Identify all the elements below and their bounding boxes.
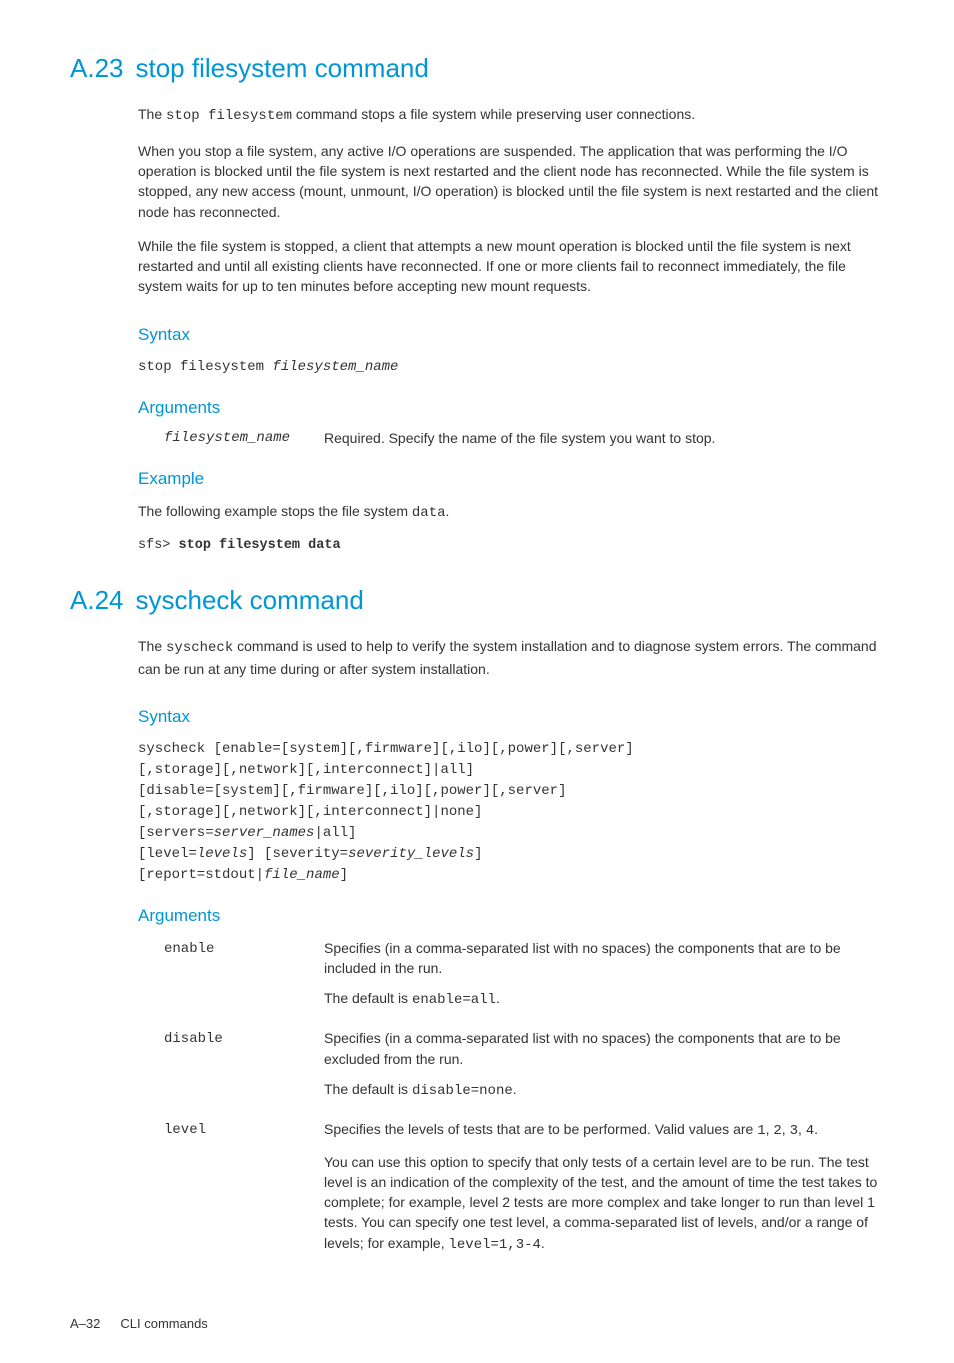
argument-name: level <box>164 1119 324 1265</box>
syntax-line: [,storage][,network][,interconnect]|none… <box>138 802 894 823</box>
section-number: A.24 <box>70 582 124 618</box>
syntax-line: syscheck [enable=[system][,firmware][,il… <box>138 739 894 760</box>
example-bold: stop filesystem data <box>179 538 341 553</box>
argument-name: filesystem_name <box>164 429 324 449</box>
syntax-block: syscheck [enable=[system][,firmware][,il… <box>138 739 894 886</box>
section-title: syscheck command <box>136 582 364 618</box>
section-a24-body: The syscheck command is used to help to … <box>138 636 894 679</box>
paragraph: The following example stops the file sys… <box>138 501 894 523</box>
argument-desc: Specifies (in a comma-separated list wit… <box>324 1028 894 1111</box>
section-heading-a23: A.23 stop filesystem command <box>70 50 894 86</box>
paragraph: The stop filesystem command stops a file… <box>138 104 894 126</box>
inline-code: stop filesystem <box>166 108 292 124</box>
subheading-example: Example <box>138 467 894 491</box>
argument-desc: Required. Specify the name of the file s… <box>324 429 894 449</box>
subheading-arguments: Arguments <box>138 904 894 928</box>
subheading-syntax: Syntax <box>138 323 894 347</box>
argument-row: disable Specifies (in a comma-separated … <box>164 1028 894 1111</box>
argument-name: enable <box>164 938 324 1021</box>
argument-desc: Specifies (in a comma-separated list wit… <box>324 938 894 1021</box>
syntax-line: [servers=server_names|all] <box>138 823 894 844</box>
inline-code: data <box>412 505 446 521</box>
section-heading-a24: A.24 syscheck command <box>70 582 894 618</box>
argument-row: enable Specifies (in a comma-separated l… <box>164 938 894 1021</box>
argument-row: level Specifies the levels of tests that… <box>164 1119 894 1265</box>
syntax-line: [report=stdout|file_name] <box>138 865 894 886</box>
paragraph: The syscheck command is used to help to … <box>138 636 894 679</box>
syntax-line: [disable=[system][,firmware][,ilo][,powe… <box>138 781 894 802</box>
syntax-block: stop filesystem filesystem_name <box>138 357 894 378</box>
page-footer: A–32 CLI commands <box>70 1315 894 1333</box>
syntax-line: [,storage][,network][,interconnect]|all] <box>138 760 894 781</box>
example-intro: The following example stops the file sys… <box>138 501 894 523</box>
section-number: A.23 <box>70 50 124 86</box>
syntax-line: [level=levels] [severity=severity_levels… <box>138 844 894 865</box>
example-command: sfs> stop filesystem data <box>138 537 894 556</box>
subheading-syntax: Syntax <box>138 705 894 729</box>
page-number: A–32 <box>70 1315 100 1333</box>
subheading-arguments: Arguments <box>138 396 894 420</box>
argument-row: filesystem_name Required. Specify the na… <box>164 429 894 449</box>
argument-name: disable <box>164 1028 324 1111</box>
paragraph: When you stop a file system, any active … <box>138 141 894 222</box>
section-a23-body: The stop filesystem command stops a file… <box>138 104 894 296</box>
paragraph: While the file system is stopped, a clie… <box>138 236 894 297</box>
syntax-arg: filesystem_name <box>272 359 398 375</box>
inline-code: syscheck <box>166 640 233 656</box>
arguments-table: enable Specifies (in a comma-separated l… <box>164 938 894 1266</box>
footer-title: CLI commands <box>120 1315 207 1333</box>
section-title: stop filesystem command <box>136 50 429 86</box>
argument-desc: Specifies the levels of tests that are t… <box>324 1119 894 1265</box>
